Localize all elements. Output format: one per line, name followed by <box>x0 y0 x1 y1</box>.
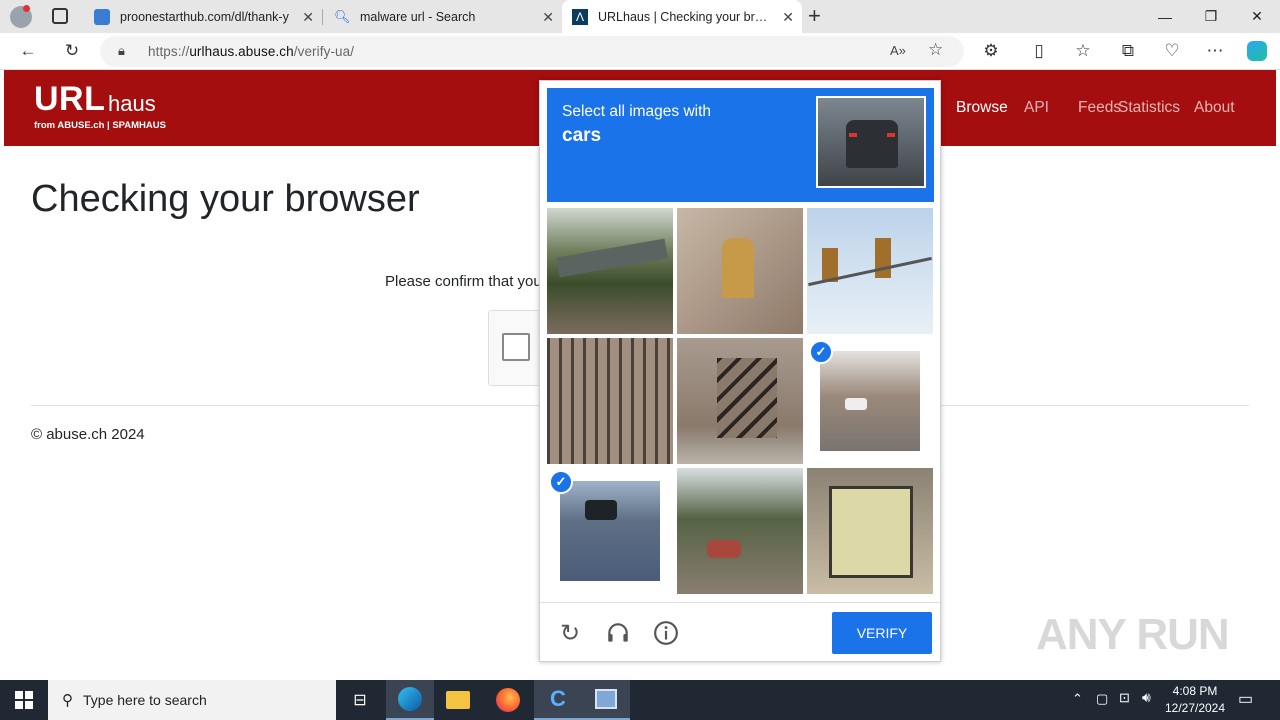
selected-check-icon: ✓ <box>549 470 573 494</box>
info-icon[interactable] <box>652 619 680 647</box>
url-text: https://urlhaus.abuse.ch/verify-ua/ <box>148 44 355 59</box>
collections-icon[interactable]: ⧉ <box>1113 37 1143 65</box>
close-tab-icon[interactable]: ✕ <box>782 9 794 26</box>
captcha-tile-bridge-railing[interactable] <box>547 338 673 464</box>
app-taskbar-icon[interactable]: C <box>534 680 582 720</box>
task-view-icon[interactable]: ⊟ <box>336 680 384 720</box>
tab-title: URLhaus | Checking your browser <box>598 9 770 24</box>
volume-icon[interactable]: 🔊︎ <box>1142 689 1151 706</box>
captcha-tile-stairs[interactable] <box>677 338 803 464</box>
search-icon: 🔍︎ <box>334 8 351 24</box>
nav-statistics[interactable]: Statistics <box>1118 99 1180 117</box>
tray-chevron-icon[interactable]: ⌃ <box>1072 691 1083 707</box>
copilot-icon[interactable] <box>1242 37 1272 65</box>
profile-icon[interactable] <box>10 5 32 28</box>
tab-urlhaus[interactable]: Λ URLhaus | Checking your browser ✕ <box>562 0 802 33</box>
captcha-footer: ↻ VERIFY <box>540 602 940 662</box>
extensions-icon[interactable]: ⚙ <box>976 37 1006 65</box>
lock-icon[interactable]: 🔒︎ <box>118 43 125 59</box>
urlhaus-favicon-icon: Λ <box>572 8 588 25</box>
favorite-star-icon[interactable]: ☆ <box>928 40 943 60</box>
tray-device-icon[interactable]: ▢ <box>1096 691 1108 707</box>
audio-headphones-icon[interactable] <box>604 619 632 647</box>
new-tab-button[interactable]: + <box>808 3 821 29</box>
split-screen-icon[interactable]: ▯ <box>1024 37 1054 65</box>
image-captcha: Select all images with cars ✓ ✓ ↻ VERIFY <box>539 80 941 662</box>
captcha-prompt: Select all images with <box>562 103 712 120</box>
clock-date: 12/27/2024 <box>1164 701 1226 715</box>
tab-title: malware url - Search <box>360 9 476 24</box>
tab-title: proonestarthub.com/dl/thank-y <box>120 9 289 24</box>
taskbar-search[interactable]: ⚲ Type here to search <box>48 680 336 720</box>
nav-about[interactable]: About <box>1194 99 1235 117</box>
address-bar[interactable]: 🔒︎ https://urlhaus.abuse.ch/verify-ua/ A… <box>100 36 964 67</box>
site-logo-suffix: haus <box>108 91 156 116</box>
close-tab-icon[interactable]: ✕ <box>542 9 554 26</box>
back-icon[interactable]: ← <box>13 37 43 65</box>
clock-time: 4:08 PM <box>1172 684 1218 698</box>
read-aloud-icon[interactable]: A» <box>890 43 906 58</box>
captcha-header: Select all images with cars <box>547 88 934 202</box>
confirm-text: Please confirm that you <box>385 273 542 290</box>
notifications-icon[interactable]: ▭ <box>1238 689 1253 709</box>
page-title: Checking your browser <box>31 178 420 220</box>
network-icon[interactable]: ⊡ <box>1119 690 1130 706</box>
refresh-icon[interactable]: ↻ <box>57 37 87 65</box>
captcha-example-image <box>816 96 926 188</box>
browser-essentials-icon[interactable]: ♡ <box>1157 37 1187 65</box>
system-clock[interactable]: 4:08 PM 12/27/2024 <box>1160 683 1230 717</box>
captcha-target: cars <box>562 125 602 146</box>
captcha-tile-overpass-sign[interactable] <box>547 208 673 334</box>
tab-strip: proonestarthub.com/dl/thank-y ✕ 🔍︎ malwa… <box>0 0 1280 33</box>
tab-malware-search[interactable]: 🔍︎ malware url - Search ✕ <box>324 0 562 33</box>
tab-actions-icon[interactable] <box>52 8 68 24</box>
browser-toolbar: ← ↻ 🔒︎ https://urlhaus.abuse.ch/verify-u… <box>0 33 1280 70</box>
verify-checkbox[interactable] <box>502 333 530 361</box>
nav-browse[interactable]: Browse <box>956 99 1008 117</box>
edge-taskbar-icon[interactable] <box>386 680 434 720</box>
site-logo[interactable]: URL <box>34 80 105 119</box>
footer-copyright: © abuse.ch 2024 <box>31 426 145 443</box>
minimize-icon[interactable]: — <box>1142 0 1188 33</box>
captcha-tile-traffic-lights[interactable] <box>807 208 933 334</box>
restore-icon[interactable]: ❐ <box>1188 0 1234 33</box>
captcha-tile-street-red-car[interactable] <box>677 468 803 594</box>
captcha-tile-fire-hydrant[interactable] <box>677 208 803 334</box>
refresh-icon[interactable]: ↻ <box>556 619 584 647</box>
site-favicon-icon <box>94 8 110 25</box>
file-explorer-icon[interactable] <box>434 680 482 720</box>
nav-api[interactable]: API <box>1024 99 1049 117</box>
app2-taskbar-icon[interactable] <box>582 680 630 720</box>
logo-subtitle: from ABUSE.ch | SPAMHAUS <box>34 120 166 131</box>
close-tab-icon[interactable]: ✕ <box>302 9 314 26</box>
favorites-icon[interactable]: ☆ <box>1068 37 1098 65</box>
tab-proonestarthub[interactable]: proonestarthub.com/dl/thank-y ✕ <box>84 0 322 33</box>
captcha-tile-road-cars[interactable]: ✓ <box>547 468 673 594</box>
taskbar-search-placeholder: Type here to search <box>83 692 207 708</box>
search-icon: ⚲ <box>62 692 73 709</box>
selected-check-icon: ✓ <box>809 340 833 364</box>
anyrun-watermark: ANY RUN <box>1036 610 1230 659</box>
nav-feeds[interactable]: Feeds <box>1078 99 1121 117</box>
captcha-tile-bus[interactable] <box>807 468 933 594</box>
windows-taskbar: ⚲ Type here to search ⊟ C ⌃ ▢ ⊡ 🔊︎ 4:08 … <box>0 680 1280 720</box>
verify-button[interactable]: VERIFY <box>832 612 932 654</box>
more-icon[interactable]: ⋯ <box>1200 37 1230 65</box>
close-window-icon[interactable]: ✕ <box>1234 0 1280 33</box>
captcha-tile-street-cars[interactable]: ✓ <box>807 338 933 464</box>
windows-start-icon[interactable] <box>0 680 48 720</box>
firefox-icon[interactable] <box>484 680 532 720</box>
